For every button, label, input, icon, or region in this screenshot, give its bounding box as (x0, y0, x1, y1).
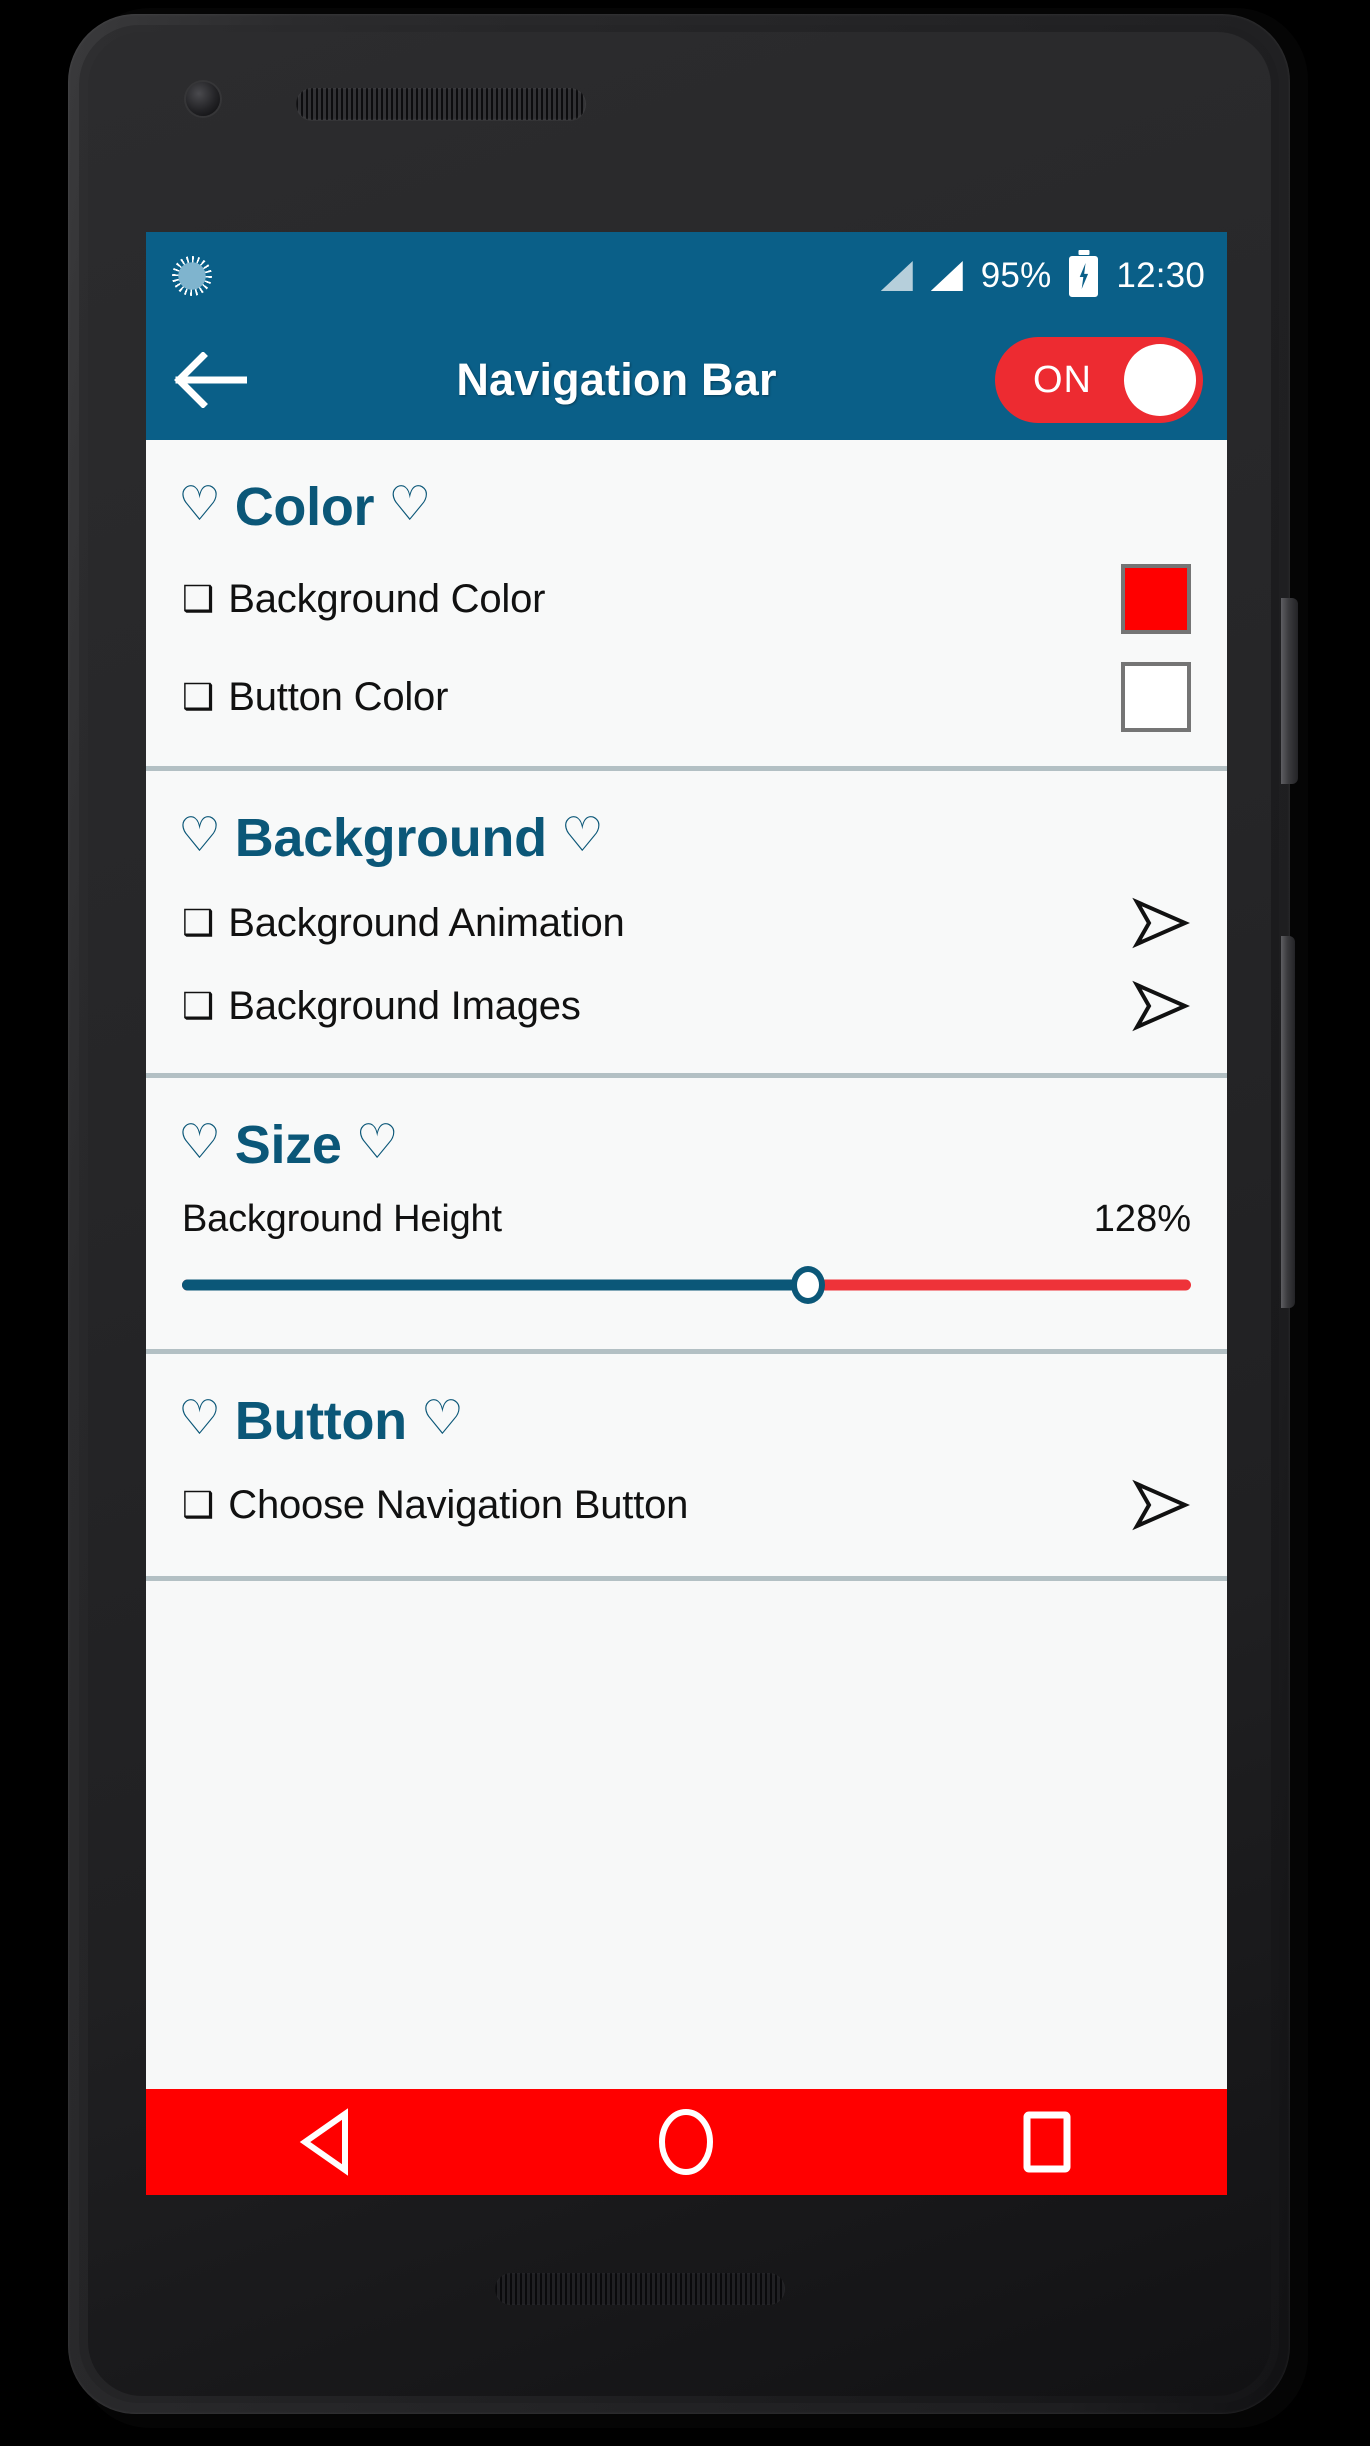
row-background-animation[interactable]: ❑ Background Animation (146, 881, 1227, 965)
signal-bars-icon-sim1 (880, 261, 913, 291)
background-height-slider[interactable] (182, 1266, 1191, 1304)
slider-thumb[interactable] (790, 1266, 825, 1304)
power-button[interactable] (1281, 598, 1298, 784)
battery-charging-icon (1069, 255, 1099, 297)
section-title-button: Button (234, 1391, 407, 1451)
row-background-color[interactable]: ❑ Background Color (146, 550, 1227, 648)
row-label-background-images: Background Images (228, 983, 581, 1028)
heart-right-icon: ♡ (560, 809, 604, 862)
section-header-size: ♡ Size ♡ (146, 1078, 1227, 1188)
section-header-color: ♡ Color ♡ (146, 440, 1227, 550)
page-title: Navigation Bar (456, 354, 777, 405)
section-background: ♡ Background ♡ ❑ Background Animation ❑ … (146, 771, 1227, 1078)
section-color: ♡ Color ♡ ❑ Background Color ❑ Button Co… (146, 440, 1227, 771)
heart-left-icon: ♡ (178, 1392, 221, 1445)
spinner-icon (172, 256, 212, 296)
row-choose-navigation-button[interactable]: ❑ Choose Navigation Button (146, 1464, 1227, 1576)
heart-right-icon: ♡ (355, 1116, 399, 1169)
settings-content: ♡ Color ♡ ❑ Background Color ❑ Button Co… (146, 440, 1227, 1581)
section-title-size: Size (234, 1115, 342, 1175)
row-label-button-color: Button Color (228, 674, 449, 719)
signal-bars-icon-sim2 (930, 261, 963, 291)
toggle-state-label: ON (1033, 358, 1092, 401)
row-label-background-animation: Background Animation (228, 900, 625, 945)
play-arrow-outline-icon[interactable] (1129, 896, 1191, 950)
heart-right-icon: ♡ (420, 1392, 464, 1445)
section-size: ♡ Size ♡ Background Height 128% (146, 1078, 1227, 1354)
color-swatch-background[interactable] (1121, 564, 1191, 634)
earpiece-speaker-grille (296, 88, 586, 120)
row-label-choose-navigation-button: Choose Navigation Button (228, 1482, 689, 1527)
nav-home-button[interactable] (626, 2099, 746, 2185)
section-header-button: ♡ Button ♡ (146, 1354, 1227, 1464)
toggle-knob (1124, 344, 1196, 416)
section-title-color: Color (234, 477, 375, 537)
square-bullet-icon: ❑ (182, 578, 215, 619)
volume-rocker-button[interactable] (1281, 936, 1295, 1308)
app-bar: Navigation Bar ON (146, 320, 1227, 440)
play-arrow-outline-icon[interactable] (1129, 1478, 1191, 1532)
nav-back-triangle-icon (299, 2108, 349, 2176)
back-arrow-icon (174, 352, 247, 408)
square-bullet-icon: ❑ (182, 676, 215, 717)
slider-value-background-height: 128% (1093, 1198, 1191, 1240)
section-button: ♡ Button ♡ ❑ Choose Navigation Button (146, 1354, 1227, 1581)
status-bar-right: 95% 12:30 (880, 255, 1205, 297)
square-bullet-icon: ❑ (182, 1484, 215, 1525)
navbar-enable-toggle[interactable]: ON (995, 337, 1203, 423)
section-header-background: ♡ Background ♡ (146, 771, 1227, 881)
status-bar-left (172, 256, 212, 296)
color-swatch-button[interactable] (1121, 662, 1191, 732)
play-arrow-outline-icon[interactable] (1129, 979, 1191, 1033)
nav-recents-button[interactable] (987, 2099, 1107, 2185)
nav-recents-square-icon (1023, 2111, 1071, 2173)
square-bullet-icon: ❑ (182, 902, 215, 943)
nav-back-button[interactable] (266, 2099, 386, 2185)
heart-right-icon: ♡ (388, 478, 431, 531)
nav-home-circle-icon (659, 2109, 714, 2175)
slider-fill (182, 1279, 808, 1291)
status-bar: 95% 12:30 (146, 232, 1227, 320)
section-title-background: Background (234, 808, 547, 868)
heart-left-icon: ♡ (178, 478, 221, 531)
screenshot-root: 95% 12:30 Navigation Bar ON ♡ Color ♡ ❑ … (0, 0, 1370, 2446)
charging-bolt-icon (1079, 263, 1089, 289)
row-label-background-color: Background Color (228, 576, 546, 621)
clock-label: 12:30 (1116, 256, 1205, 295)
heart-left-icon: ♡ (178, 1116, 221, 1169)
row-background-images[interactable]: ❑ Background Images (146, 965, 1227, 1073)
slider-header-row: Background Height 128% (146, 1188, 1227, 1241)
bottom-speaker-grille (495, 2273, 785, 2305)
battery-percent-label: 95% (980, 256, 1052, 295)
phone-screen: 95% 12:30 Navigation Bar ON ♡ Color ♡ ❑ … (146, 232, 1227, 2195)
row-button-color[interactable]: ❑ Button Color (146, 648, 1227, 766)
front-camera-icon (186, 82, 220, 116)
heart-left-icon: ♡ (178, 809, 221, 862)
square-bullet-icon: ❑ (182, 985, 215, 1026)
slider-label-background-height: Background Height (182, 1198, 502, 1240)
android-navigation-bar (146, 2089, 1227, 2195)
